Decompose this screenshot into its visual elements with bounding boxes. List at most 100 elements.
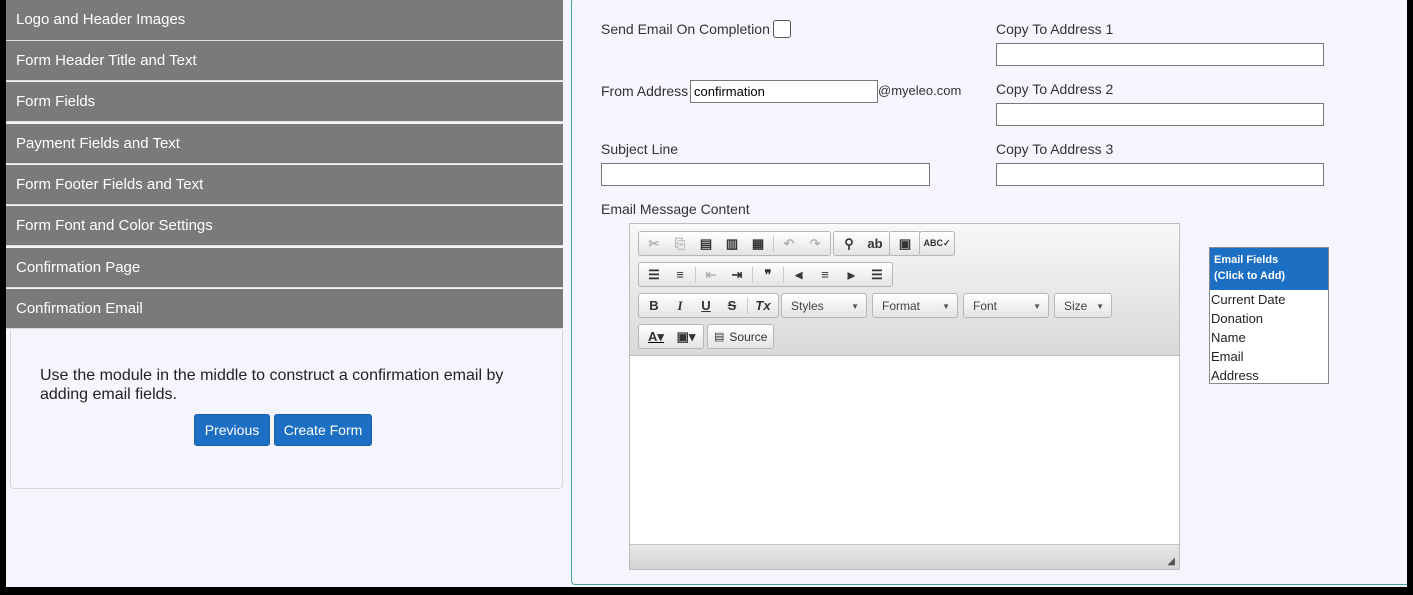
replace-icon[interactable]: ab: [862, 232, 888, 255]
numbered-list-icon[interactable]: ☰: [641, 263, 667, 286]
info-text: Use the module in the middle to construc…: [40, 367, 504, 403]
align-justify-icon[interactable]: ☰: [864, 263, 890, 286]
find-icon[interactable]: ⚲: [836, 232, 862, 255]
accordion-item-logo-header-images[interactable]: Logo and Header Images: [6, 0, 563, 41]
copy-address-3-input[interactable]: [996, 163, 1324, 186]
spellcheck-icon[interactable]: ABC✓: [922, 232, 952, 255]
redo-icon[interactable]: ↷: [802, 232, 828, 255]
toolbar-separator: [783, 266, 784, 283]
email-settings-panel: Send Email On Completion From Address @m…: [571, 0, 1407, 585]
accordion-label: Form Footer Fields and Text: [16, 176, 204, 193]
accordion-item-form-header[interactable]: Form Header Title and Text: [6, 41, 563, 81]
undo-icon[interactable]: ↶: [776, 232, 802, 255]
copy-address-2-input[interactable]: [996, 103, 1324, 126]
subject-line-input[interactable]: [601, 163, 930, 186]
email-fields-list: Email Fields (Click to Add) Current Date…: [1209, 247, 1329, 384]
accordion-label: Form Header Title and Text: [16, 52, 197, 69]
remove-format-icon[interactable]: Tx: [750, 294, 776, 317]
accordion-label: Logo and Header Images: [16, 11, 186, 28]
copy-address-3-label: Copy To Address 3: [996, 141, 1114, 157]
email-fields-header: Email Fields (Click to Add): [1210, 248, 1328, 290]
italic-icon[interactable]: I: [667, 294, 693, 317]
copy-address-1-input[interactable]: [996, 43, 1324, 66]
size-label: Size: [1064, 298, 1088, 313]
editor-content-area[interactable]: [630, 357, 1179, 544]
colors-group: A▾ ▣▾: [638, 324, 704, 349]
paste-text-icon[interactable]: ▥: [719, 232, 745, 255]
cut-icon[interactable]: ✂: [641, 232, 667, 255]
align-left-icon[interactable]: ⫷: [786, 263, 812, 286]
font-dropdown[interactable]: Font ▼: [963, 293, 1049, 318]
align-center-icon[interactable]: ≡: [812, 263, 838, 286]
email-field-address[interactable]: Address: [1210, 366, 1328, 385]
email-content-editor: ✂ ⎘ ▤ ▥ ▦ ↶ ↷ ⚲ ab ▣ ABC✓ ☰ ≡ ⇤ ⇥ ❞ ⫷ ≡ …: [629, 223, 1180, 570]
toolbar-separator: [752, 266, 753, 283]
accordion-item-confirmation-email[interactable]: Confirmation Email: [6, 289, 563, 329]
toolbar-separator: [747, 297, 748, 314]
accordion-item-confirmation-page[interactable]: Confirmation Page: [6, 248, 563, 288]
editor-toolbar: ✂ ⎘ ▤ ▥ ▦ ↶ ↷ ⚲ ab ▣ ABC✓ ☰ ≡ ⇤ ⇥ ❞ ⫷ ≡ …: [630, 224, 1179, 356]
email-field-current-date[interactable]: Current Date: [1210, 290, 1328, 309]
accordion-label: Form Fields: [16, 93, 96, 110]
align-right-icon[interactable]: ⫸: [838, 263, 864, 286]
bold-icon[interactable]: B: [641, 294, 667, 317]
from-address-input[interactable]: [690, 80, 878, 103]
confirmation-email-info-panel: Use the module in the middle to construc…: [10, 330, 563, 489]
font-label: Font: [973, 298, 998, 313]
spellcheck-group: ABC✓: [919, 231, 955, 256]
chevron-down-icon: ▼: [851, 302, 859, 311]
chevron-down-icon: ▼: [942, 302, 950, 311]
source-doc-icon: ▤: [714, 331, 725, 343]
previous-button[interactable]: Previous: [194, 414, 270, 446]
accordion-item-font-color[interactable]: Form Font and Color Settings: [6, 206, 563, 246]
format-label: Format: [882, 298, 921, 313]
email-fields-subtitle: (Click to Add): [1214, 270, 1286, 282]
screen: Logo and Header Images Form Header Title…: [6, 0, 1407, 587]
indent-icon[interactable]: ⇥: [724, 263, 750, 286]
from-address-label: From Address: [601, 83, 689, 99]
size-dropdown[interactable]: Size ▼: [1054, 293, 1112, 318]
send-email-label: Send Email On Completion: [601, 21, 770, 37]
toolbar-separator: [695, 266, 696, 283]
create-form-button[interactable]: Create Form: [274, 414, 372, 446]
clipboard-group: ✂ ⎘ ▤ ▥ ▦ ↶ ↷: [638, 231, 831, 256]
send-email-checkbox[interactable]: [773, 20, 791, 38]
accordion-item-form-fields[interactable]: Form Fields: [6, 82, 563, 122]
accordion-label: Confirmation Email: [16, 300, 143, 317]
styles-label: Styles: [791, 298, 824, 313]
copy-address-1-label: Copy To Address 1: [996, 21, 1114, 37]
paragraph-group: ☰ ≡ ⇤ ⇥ ❞ ⫷ ≡ ⫸ ☰: [638, 262, 893, 287]
from-domain-label: @myeleo.com: [878, 83, 962, 98]
accordion-label: Confirmation Page: [16, 259, 141, 276]
find-group: ⚲ ab: [833, 231, 891, 256]
resize-handle-icon[interactable]: ◢: [1167, 556, 1175, 567]
text-color-icon[interactable]: A▾: [641, 325, 671, 348]
source-label: Source: [729, 329, 768, 344]
email-field-email[interactable]: Email: [1210, 347, 1328, 366]
strikethrough-icon[interactable]: S: [719, 294, 745, 317]
email-field-donation[interactable]: Donation: [1210, 309, 1328, 328]
source-button[interactable]: ▤ Source: [707, 324, 775, 349]
email-field-name[interactable]: Name: [1210, 328, 1328, 347]
accordion-label: Payment Fields and Text: [16, 135, 180, 152]
basic-styles-group: B I U S Tx: [638, 293, 779, 318]
paste-word-icon[interactable]: ▦: [745, 232, 771, 255]
format-dropdown[interactable]: Format ▼: [872, 293, 958, 318]
accordion-item-form-footer[interactable]: Form Footer Fields and Text: [6, 165, 563, 205]
copy-address-2-label: Copy To Address 2: [996, 81, 1114, 97]
blockquote-icon[interactable]: ❞: [755, 263, 781, 286]
accordion-label: Form Font and Color Settings: [16, 217, 213, 234]
email-content-label: Email Message Content: [601, 201, 750, 217]
email-fields-title: Email Fields: [1214, 254, 1279, 266]
copy-icon[interactable]: ⎘: [667, 232, 693, 255]
background-color-icon[interactable]: ▣▾: [671, 325, 701, 348]
paste-icon[interactable]: ▤: [693, 232, 719, 255]
subject-line-label: Subject Line: [601, 141, 679, 157]
styles-dropdown[interactable]: Styles ▼: [781, 293, 867, 318]
outdent-icon[interactable]: ⇤: [698, 263, 724, 286]
select-all-group: ▣: [889, 231, 921, 256]
bulleted-list-icon[interactable]: ≡: [667, 263, 693, 286]
underline-icon[interactable]: U: [693, 294, 719, 317]
accordion-item-payment-fields[interactable]: Payment Fields and Text: [6, 124, 563, 164]
select-all-icon[interactable]: ▣: [892, 232, 918, 255]
